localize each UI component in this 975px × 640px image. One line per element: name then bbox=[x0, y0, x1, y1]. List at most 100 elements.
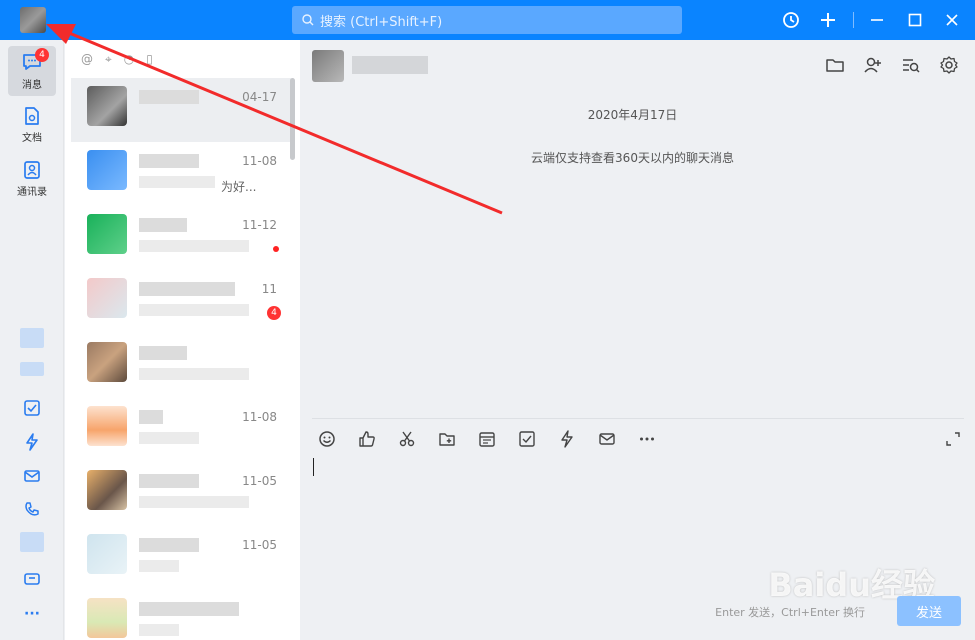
left-nav: 消息 4 文档 通讯录 ··· bbox=[0, 40, 64, 640]
send-button[interactable]: 发送 bbox=[897, 596, 961, 626]
nav-docs[interactable]: 文档 bbox=[8, 100, 56, 150]
conversation-item[interactable]: 11-05 bbox=[71, 526, 291, 590]
mention-filter-icon[interactable]: @ bbox=[81, 52, 93, 66]
mail-icon[interactable] bbox=[596, 428, 618, 450]
app-shortcut[interactable] bbox=[20, 362, 44, 376]
phone-icon[interactable] bbox=[20, 498, 44, 522]
conversation-date: 11-05 bbox=[242, 538, 277, 552]
nav-messages-label: 消息 bbox=[22, 80, 42, 91]
conversation-filter-bar: @ ⌖ ◔ ▯ bbox=[65, 40, 300, 78]
folder-add-icon[interactable] bbox=[436, 428, 458, 450]
unread-dot bbox=[273, 246, 279, 252]
clock-filter-icon[interactable]: ◔ bbox=[124, 52, 134, 66]
chat-panel: 2020年4月17日 云端仅支持查看360天以内的聊天消息 Baidu经验 En… bbox=[300, 40, 975, 640]
conversation-list: @ ⌖ ◔ ▯ 04-17 为好... 11-08 11-12 11 4 11-… bbox=[65, 40, 300, 640]
send-hint: Enter 发送，Ctrl+Enter 换行 bbox=[715, 606, 865, 619]
conversation-preview bbox=[139, 176, 215, 188]
chat-date-label: 2020年4月17日 bbox=[587, 108, 678, 122]
conversation-item[interactable]: 04-17 bbox=[71, 78, 291, 142]
add-icon[interactable] bbox=[816, 8, 840, 32]
conversation-item[interactable]: 11-12 bbox=[71, 206, 291, 270]
chat-avatar[interactable] bbox=[312, 50, 344, 82]
search-placeholder: 搜索 (Ctrl+Shift+F) bbox=[320, 14, 443, 30]
conversation-item[interactable]: 11-05 bbox=[71, 462, 291, 526]
chat-title bbox=[352, 56, 428, 74]
contacts-icon bbox=[24, 161, 40, 179]
conversation-preview-text: 为好... bbox=[221, 180, 257, 194]
doc-filter-icon[interactable]: ▯ bbox=[146, 52, 153, 66]
conversation-name bbox=[139, 90, 199, 104]
pin-filter-icon[interactable]: ⌖ bbox=[105, 52, 112, 67]
search-input[interactable]: 搜索 (Ctrl+Shift+F) bbox=[292, 6, 682, 34]
conversation-name bbox=[139, 538, 199, 552]
todo-icon[interactable] bbox=[20, 396, 44, 420]
archive-icon[interactable] bbox=[20, 566, 44, 590]
input-divider bbox=[312, 418, 964, 419]
folder-icon[interactable] bbox=[823, 53, 847, 77]
nav-contacts-label: 通讯录 bbox=[17, 187, 47, 198]
conversation-avatar bbox=[87, 86, 127, 126]
conversation-avatar bbox=[87, 534, 127, 574]
unread-badge: 4 bbox=[35, 48, 49, 62]
search-history-icon[interactable] bbox=[899, 53, 923, 77]
history-icon[interactable] bbox=[779, 8, 803, 32]
conversation-preview bbox=[139, 496, 249, 508]
conversation-item[interactable]: 11-08 bbox=[71, 398, 291, 462]
conversation-avatar bbox=[87, 470, 127, 510]
app-shortcut[interactable] bbox=[20, 328, 44, 348]
conversation-date: 11-05 bbox=[242, 474, 277, 488]
conversation-avatar bbox=[87, 278, 127, 318]
minimize-icon[interactable] bbox=[865, 8, 889, 32]
conversation-preview bbox=[139, 624, 179, 636]
conversation-avatar bbox=[87, 406, 127, 446]
mail-icon[interactable] bbox=[20, 464, 44, 488]
conversation-name bbox=[139, 346, 187, 360]
conversation-preview bbox=[139, 240, 249, 252]
conversation-date: 11-08 bbox=[242, 154, 277, 168]
title-bar: 搜索 (Ctrl+Shift+F) bbox=[0, 0, 975, 40]
scissors-icon[interactable] bbox=[396, 428, 418, 450]
add-member-icon[interactable] bbox=[861, 53, 885, 77]
conversation-preview bbox=[139, 432, 199, 444]
user-avatar[interactable] bbox=[20, 7, 46, 33]
conversation-name bbox=[139, 474, 199, 488]
calendar-icon[interactable] bbox=[476, 428, 498, 450]
conversation-name bbox=[139, 218, 187, 232]
conversation-date: 04-17 bbox=[242, 90, 277, 104]
nav-messages[interactable]: 消息 4 bbox=[8, 46, 56, 96]
titlebar-divider bbox=[853, 12, 854, 28]
close-icon[interactable] bbox=[940, 8, 964, 32]
history-notice: 云端仅支持查看360天以内的聊天消息 bbox=[531, 151, 734, 165]
message-input[interactable] bbox=[313, 458, 314, 476]
nav-contacts[interactable]: 通讯录 bbox=[8, 154, 56, 204]
conversation-preview bbox=[139, 304, 249, 316]
document-icon bbox=[25, 107, 39, 125]
lightning-icon[interactable] bbox=[556, 428, 578, 450]
conversation-date: 11-12 bbox=[242, 218, 277, 232]
conversation-item[interactable] bbox=[71, 334, 291, 398]
conversation-preview bbox=[139, 560, 179, 572]
unread-badge: 4 bbox=[267, 306, 281, 320]
more-icon[interactable]: ··· bbox=[20, 602, 44, 626]
conversation-name bbox=[139, 154, 199, 168]
conversation-item[interactable]: 为好... 11-08 bbox=[71, 142, 291, 206]
conversation-scrollbar[interactable] bbox=[290, 78, 295, 160]
app-shortcut[interactable] bbox=[20, 532, 44, 552]
lightning-icon[interactable] bbox=[20, 430, 44, 454]
conversation-name bbox=[139, 602, 239, 616]
thumbs-up-icon[interactable] bbox=[356, 428, 378, 450]
conversation-date: 11-08 bbox=[242, 410, 277, 424]
emoji-icon[interactable] bbox=[316, 428, 338, 450]
conversation-item[interactable] bbox=[71, 590, 291, 640]
conversation-avatar bbox=[87, 342, 127, 382]
conversation-item[interactable]: 11 4 bbox=[71, 270, 291, 334]
expand-icon[interactable] bbox=[942, 428, 964, 450]
search-icon bbox=[302, 14, 314, 26]
more-options-icon[interactable] bbox=[636, 428, 658, 450]
conversation-name bbox=[139, 410, 163, 424]
checkbox-icon[interactable] bbox=[516, 428, 538, 450]
maximize-icon[interactable] bbox=[903, 8, 927, 32]
gear-icon[interactable] bbox=[937, 53, 961, 77]
conversation-avatar bbox=[87, 214, 127, 254]
conversation-name bbox=[139, 282, 235, 296]
